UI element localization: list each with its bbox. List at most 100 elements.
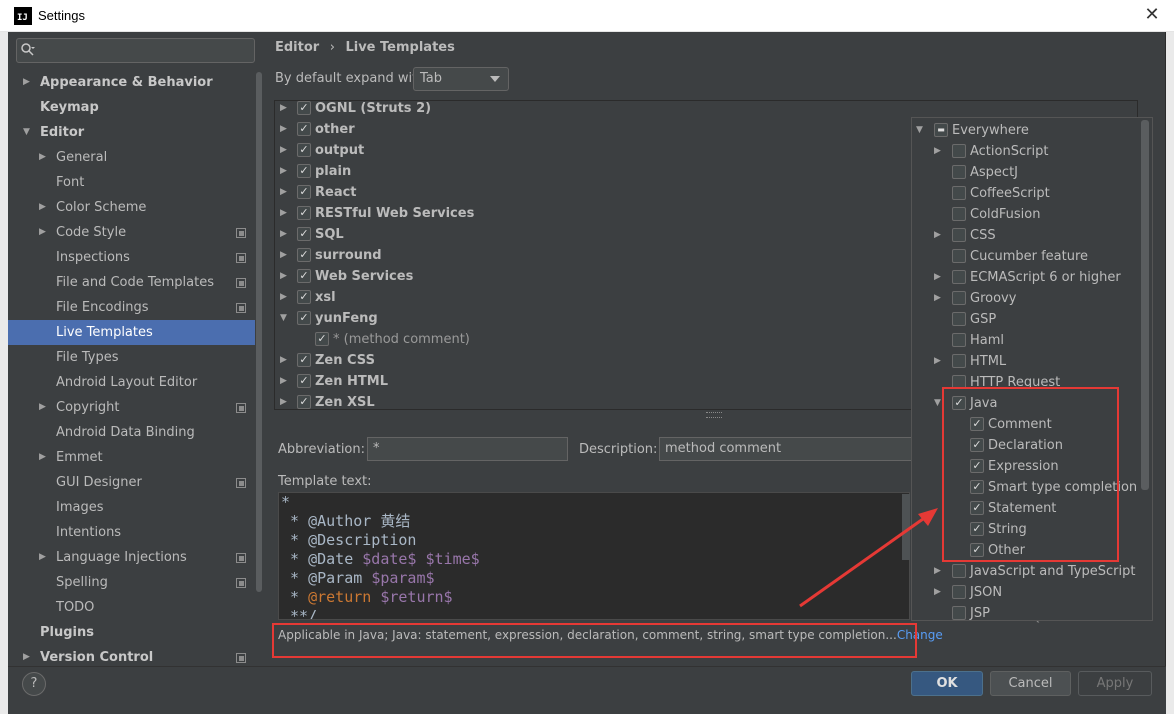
sidebar-item-appearance-behavior[interactable]: Appearance & Behavior xyxy=(40,70,213,95)
chevron-right-icon[interactable]: ▶ xyxy=(280,224,287,245)
chevron-right-icon[interactable]: ▶ xyxy=(39,395,49,420)
chevron-right-icon[interactable]: ▶ xyxy=(280,371,287,392)
enabled-checkbox[interactable]: ✓ xyxy=(315,332,329,346)
chevron-right-icon[interactable]: ▶ xyxy=(280,392,287,409)
enabled-checkbox[interactable]: ✓ xyxy=(297,185,311,199)
chevron-right-icon[interactable]: ▶ xyxy=(934,225,941,246)
sidebar-item-live-templates[interactable]: Live Templates xyxy=(56,320,153,345)
context-row[interactable]: ▶ CSS xyxy=(912,225,1152,246)
chevron-right-icon[interactable]: ▶ xyxy=(280,266,287,287)
context-checkbox[interactable] xyxy=(952,606,966,620)
context-row[interactable]: ▶ ECMAScript 6 or higher xyxy=(912,267,1152,288)
chevron-right-icon[interactable]: ▶ xyxy=(23,70,33,95)
splitter-handle[interactable] xyxy=(706,412,722,418)
search-input[interactable] xyxy=(16,38,255,63)
context-checkbox[interactable] xyxy=(952,228,966,242)
enabled-checkbox[interactable]: ✓ xyxy=(297,143,311,157)
context-row[interactable]: Haml xyxy=(912,330,1152,351)
sidebar-item-file-types[interactable]: File Types xyxy=(56,345,119,370)
chevron-right-icon[interactable]: ▶ xyxy=(280,140,287,161)
close-icon[interactable]: ✕ xyxy=(1140,3,1164,27)
chevron-right-icon[interactable]: ▶ xyxy=(39,545,49,570)
help-button[interactable]: ? xyxy=(22,672,46,696)
enabled-checkbox[interactable]: ✓ xyxy=(297,269,311,283)
chevron-right-icon[interactable]: ▶ xyxy=(934,141,941,162)
enabled-checkbox[interactable]: ✓ xyxy=(297,101,311,115)
context-checkbox[interactable] xyxy=(952,207,966,221)
context-checkbox[interactable] xyxy=(952,270,966,284)
context-row[interactable]: ▶ ActionScript xyxy=(912,141,1152,162)
sidebar-item-file-encodings[interactable]: File Encodings xyxy=(56,295,149,320)
chevron-right-icon[interactable]: ▶ xyxy=(39,195,49,220)
chevron-down-icon[interactable]: ▼ xyxy=(916,120,923,141)
enabled-checkbox[interactable]: ✓ xyxy=(297,374,311,388)
context-checkbox[interactable] xyxy=(952,144,966,158)
enabled-checkbox[interactable]: ✓ xyxy=(297,353,311,367)
chevron-right-icon[interactable]: ▶ xyxy=(280,287,287,308)
chevron-right-icon[interactable]: ▶ xyxy=(934,267,941,288)
context-row[interactable]: ▶ Groovy xyxy=(912,288,1152,309)
context-row[interactable]: CoffeeScript xyxy=(912,183,1152,204)
sidebar-item-editor[interactable]: Editor xyxy=(40,120,84,145)
enabled-checkbox[interactable]: ✓ xyxy=(297,395,311,409)
sidebar-item-spelling[interactable]: Spelling xyxy=(56,570,108,595)
context-checkbox[interactable] xyxy=(952,186,966,200)
sidebar-item-general[interactable]: General xyxy=(56,145,107,170)
context-row[interactable]: ColdFusion xyxy=(912,204,1152,225)
sidebar-item-todo[interactable]: TODO xyxy=(56,595,94,620)
chevron-right-icon[interactable]: ▶ xyxy=(934,351,941,372)
sidebar-item-android-data-binding[interactable]: Android Data Binding xyxy=(56,420,195,445)
sidebar-item-color-scheme[interactable]: Color Scheme xyxy=(56,195,146,220)
context-checkbox[interactable] xyxy=(952,333,966,347)
apply-button[interactable]: Apply xyxy=(1078,671,1152,696)
context-checkbox[interactable]: ▬ xyxy=(934,123,948,137)
context-checkbox[interactable] xyxy=(952,165,966,179)
context-checkbox[interactable] xyxy=(952,291,966,305)
expand-with-select[interactable]: Tab xyxy=(413,67,509,91)
enabled-checkbox[interactable]: ✓ xyxy=(297,290,311,304)
context-row[interactable]: ▼ ▬ Everywhere xyxy=(912,120,1152,141)
context-row[interactable]: ▶ HTML xyxy=(912,351,1152,372)
search-icon[interactable] xyxy=(20,42,36,58)
sidebar-item-language-injections[interactable]: Language Injections xyxy=(56,545,187,570)
sidebar-item-plugins[interactable]: Plugins xyxy=(40,620,94,645)
sidebar-item-images[interactable]: Images xyxy=(56,495,104,520)
sidebar-item-code-style[interactable]: Code Style xyxy=(56,220,126,245)
context-row[interactable]: AspectJ xyxy=(912,162,1152,183)
sidebar-item-copyright[interactable]: Copyright xyxy=(56,395,120,420)
enabled-checkbox[interactable]: ✓ xyxy=(297,227,311,241)
chevron-right-icon[interactable]: ▶ xyxy=(280,245,287,266)
popup-scrollbar[interactable] xyxy=(1141,120,1149,490)
context-checkbox[interactable] xyxy=(952,354,966,368)
chevron-right-icon[interactable]: ▶ xyxy=(280,182,287,203)
sidebar-item-keymap[interactable]: Keymap xyxy=(40,95,99,120)
sidebar-item-font[interactable]: Font xyxy=(56,170,84,195)
context-checkbox[interactable] xyxy=(952,564,966,578)
chevron-right-icon[interactable]: ▶ xyxy=(39,445,49,470)
chevron-right-icon[interactable]: ▶ xyxy=(280,161,287,182)
context-checkbox[interactable] xyxy=(952,249,966,263)
breadcrumb-parent[interactable]: Editor xyxy=(275,40,319,55)
enabled-checkbox[interactable]: ✓ xyxy=(297,206,311,220)
cancel-button[interactable]: Cancel xyxy=(990,671,1071,696)
chevron-right-icon[interactable]: ▶ xyxy=(280,101,287,119)
context-checkbox[interactable] xyxy=(952,585,966,599)
chevron-down-icon[interactable]: ▼ xyxy=(280,308,287,329)
enabled-checkbox[interactable]: ✓ xyxy=(297,164,311,178)
chevron-down-icon[interactable]: ▼ xyxy=(23,120,33,145)
chevron-right-icon[interactable]: ▶ xyxy=(39,145,49,170)
sidebar-item-inspections[interactable]: Inspections xyxy=(56,245,130,270)
sidebar-item-gui-designer[interactable]: GUI Designer xyxy=(56,470,142,495)
enabled-checkbox[interactable]: ✓ xyxy=(297,311,311,325)
sidebar-item-file-and-code-templates[interactable]: File and Code Templates xyxy=(56,270,214,295)
chevron-right-icon[interactable]: ▶ xyxy=(280,203,287,224)
chevron-right-icon[interactable]: ▶ xyxy=(934,288,941,309)
sidebar-scrollbar-thumb[interactable] xyxy=(256,72,262,592)
sidebar-item-android-layout-editor[interactable]: Android Layout Editor xyxy=(56,370,197,395)
chevron-down-icon[interactable]: ▼ xyxy=(934,393,941,414)
context-row[interactable]: GSP xyxy=(912,309,1152,330)
chevron-right-icon[interactable]: ▶ xyxy=(280,350,287,371)
enabled-checkbox[interactable]: ✓ xyxy=(297,122,311,136)
sidebar-item-intentions[interactable]: Intentions xyxy=(56,520,121,545)
ok-button[interactable]: OK xyxy=(911,671,983,696)
